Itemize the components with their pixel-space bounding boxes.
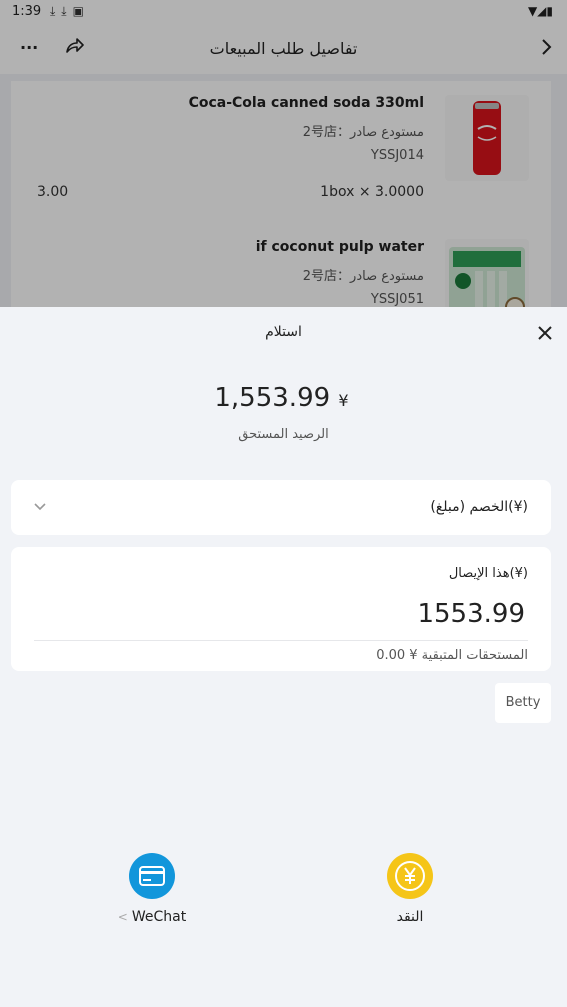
chevron-left-icon: <: [117, 910, 128, 924]
chevron-down-icon[interactable]: [33, 502, 47, 512]
wechat-pay-button[interactable]: < WeChat: [102, 853, 202, 925]
receipt-amount-input[interactable]: 1553.99: [417, 599, 525, 629]
balance-currency: ¥: [338, 391, 349, 410]
wechat-label: WeChat: [131, 909, 187, 925]
card-icon: [129, 853, 175, 899]
discount-field[interactable]: الخصم (مبلغ)(¥): [11, 480, 551, 535]
cash-label: النقد: [396, 909, 424, 925]
cash-pay-button[interactable]: النقد: [360, 853, 460, 925]
receipt-label: هذا الإيصال(¥): [448, 566, 528, 581]
discount-label: الخصم (مبلغ)(¥): [430, 499, 528, 515]
balance-due-label: الرصيد المستحق: [238, 427, 329, 442]
operator-button[interactable]: Betty: [495, 683, 551, 723]
sheet-title: استلام: [265, 324, 302, 340]
yuan-coin-icon: [387, 853, 433, 899]
remaining-amount: المستحقات المتبقية ¥ 0.00: [376, 648, 528, 663]
sheet-header: استلام: [0, 307, 567, 359]
balance-due: 1,553.99 ¥: [0, 383, 567, 413]
receipt-card: هذا الإيصال(¥) 1553.99 المستحقات المتبقي…: [11, 547, 551, 671]
balance-amount: 1,553.99: [214, 383, 331, 413]
close-icon[interactable]: [537, 325, 553, 341]
modal-backdrop[interactable]: [0, 0, 567, 307]
receive-payment-sheet: استلام 1,553.99 ¥ الرصيد المستحق الخصم (…: [0, 307, 567, 1007]
divider: [34, 640, 528, 641]
